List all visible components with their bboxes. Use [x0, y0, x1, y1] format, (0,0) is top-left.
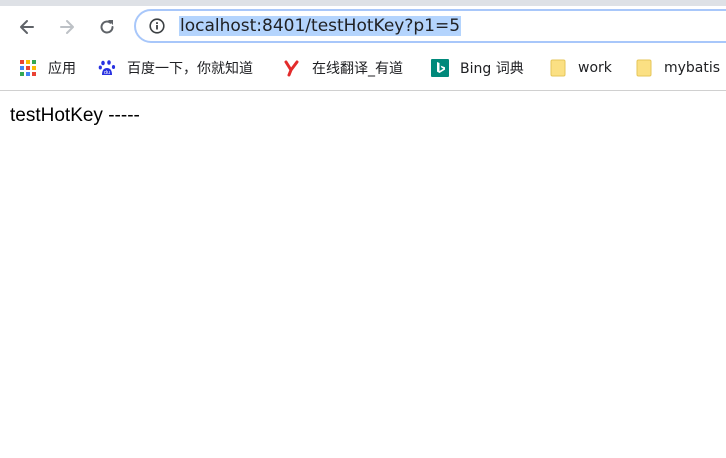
info-icon[interactable]	[149, 18, 165, 34]
svg-text:du: du	[104, 70, 110, 76]
browser-toolbar: localhost:8401/testHotKey?p1=5	[0, 6, 726, 48]
bookmarks-bar: 应用 du 百度一下，你就知道 在线翻译_有道 Bing 词典 work myb…	[0, 48, 726, 88]
bookmark-bing[interactable]: Bing 词典	[431, 57, 524, 79]
bookmark-folder-mybatis[interactable]: mybatis	[635, 57, 720, 79]
bookmark-baidu[interactable]: du 百度一下，你就知道	[98, 57, 253, 79]
bookmark-label: 百度一下，你就知道	[127, 61, 253, 77]
bookmark-label: Bing 词典	[460, 61, 524, 77]
back-button[interactable]	[12, 12, 42, 42]
reload-button[interactable]	[92, 12, 122, 42]
page-body-text: testHotKey -----	[10, 105, 140, 126]
baidu-paw-icon: du	[98, 59, 116, 77]
youdao-icon	[283, 59, 301, 77]
browser-window: localhost:8401/testHotKey?p1=5 应用 du 百度一…	[0, 0, 726, 458]
reload-icon	[100, 20, 114, 34]
bookmark-youdao[interactable]: 在线翻译_有道	[283, 57, 403, 79]
url-text[interactable]: localhost:8401/testHotKey?p1=5	[179, 16, 462, 36]
bookmark-label: 在线翻译_有道	[312, 61, 403, 77]
arrow-right-icon	[60, 20, 74, 34]
bookmark-label: 应用	[48, 61, 76, 77]
apps-grid-icon	[19, 59, 37, 77]
folder-icon	[549, 59, 567, 77]
arrow-left-icon	[20, 20, 34, 34]
bing-icon	[431, 59, 449, 77]
folder-icon	[635, 59, 653, 77]
bookmark-label: mybatis	[664, 60, 721, 76]
address-bar[interactable]: localhost:8401/testHotKey?p1=5	[134, 9, 726, 43]
forward-button[interactable]	[52, 12, 82, 42]
bookmark-apps[interactable]: 应用	[19, 57, 76, 79]
bookmark-label: work	[578, 60, 612, 76]
bookmark-folder-work[interactable]: work	[549, 57, 612, 79]
page-content: testHotKey -----	[0, 91, 726, 458]
